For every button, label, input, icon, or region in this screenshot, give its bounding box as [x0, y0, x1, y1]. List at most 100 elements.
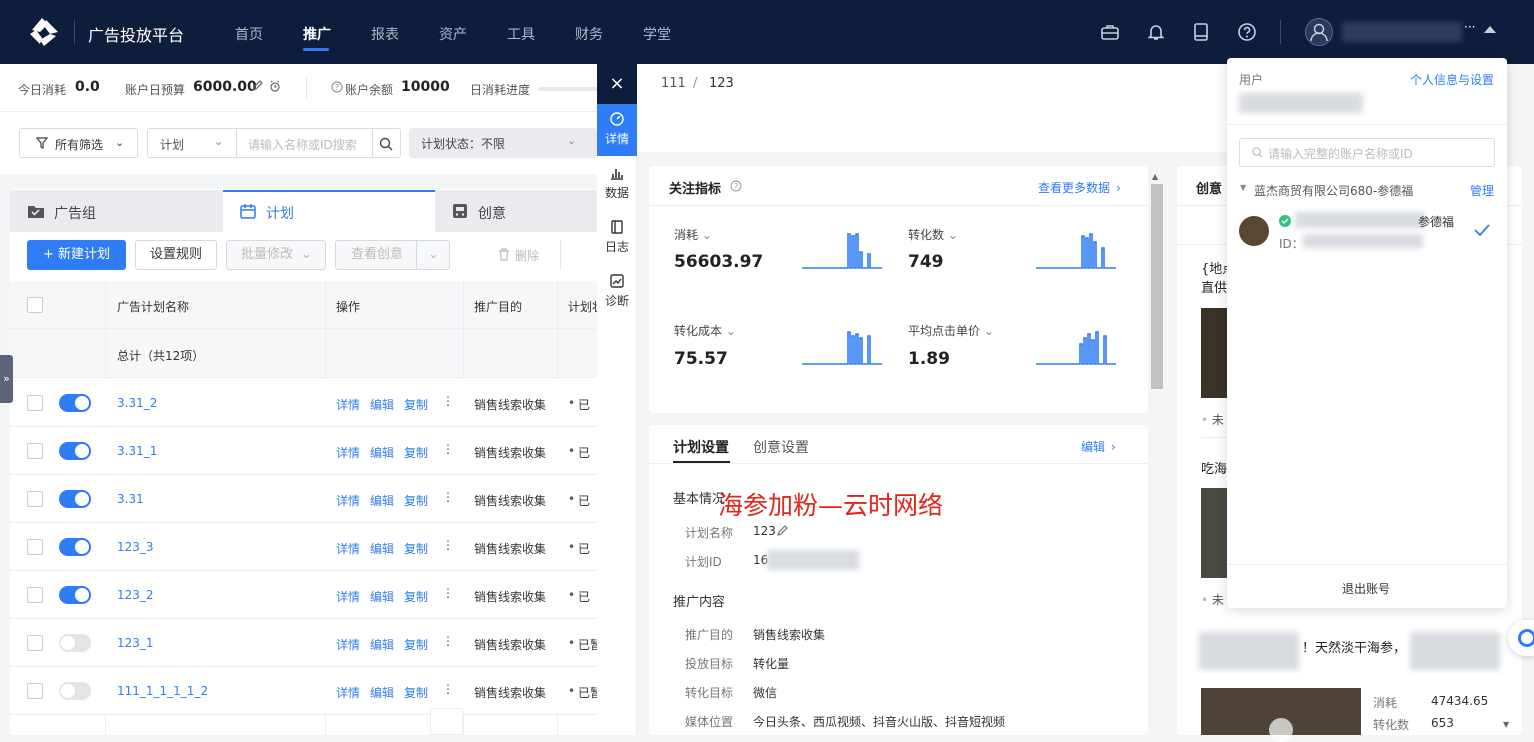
select-all-checkbox[interactable] [27, 297, 43, 313]
metric-cost-label[interactable]: 转化成本 ⌄ [674, 322, 736, 339]
row-action-edit[interactable]: 编辑 [370, 684, 394, 701]
row-checkbox[interactable] [27, 443, 43, 459]
column-header-name[interactable]: 广告计划名称 [117, 298, 189, 315]
row-action-detail[interactable]: 详情 [336, 588, 360, 605]
platform-logo-icon[interactable] [28, 16, 60, 48]
plan-status-filter[interactable]: 计划状态：不限 ⌄ [409, 128, 597, 158]
plan-status-toggle[interactable] [59, 682, 91, 700]
briefcase-icon[interactable] [1100, 22, 1120, 42]
more-icon[interactable]: ⋮ [442, 634, 454, 648]
scroll-down-icon[interactable]: ▼ [1503, 720, 1509, 729]
row-action-copy[interactable]: 复制 [404, 684, 428, 701]
row-action-detail[interactable]: 详情 [336, 540, 360, 557]
row-checkbox[interactable] [27, 683, 43, 699]
user-avatar-icon[interactable] [1305, 18, 1333, 46]
tab-ad-group[interactable]: 广告组 [10, 190, 223, 232]
scroll-up-icon[interactable]: ▲ [1152, 172, 1158, 181]
row-action-copy[interactable]: 复制 [404, 636, 428, 653]
view-more-data-link[interactable]: 查看更多数据 › [1038, 179, 1121, 196]
nav-promotion[interactable]: 推广 [303, 24, 331, 44]
question-icon[interactable]: ? [331, 81, 343, 93]
plan-status-toggle[interactable] [59, 490, 91, 508]
all-filters-button[interactable]: 所有筛选 ⌄ [19, 128, 138, 158]
row-action-copy[interactable]: 复制 [404, 540, 428, 557]
caret-up-icon[interactable] [1484, 26, 1496, 33]
plan-status-toggle[interactable] [59, 538, 91, 556]
plan-status-toggle[interactable] [59, 442, 91, 460]
nav-assets[interactable]: 资产 [439, 24, 467, 44]
row-action-edit[interactable]: 编辑 [370, 540, 394, 557]
plan-name-link[interactable]: 111_1_1_1_1_2 [117, 684, 208, 698]
row-action-copy[interactable]: 复制 [404, 444, 428, 461]
delete-button[interactable]: 删除 [515, 247, 539, 264]
more-icon[interactable]: ⋮ [442, 538, 454, 552]
row-action-copy[interactable]: 复制 [404, 396, 428, 413]
set-rules-button[interactable]: 设置规则 [135, 240, 217, 270]
row-checkbox[interactable] [27, 635, 43, 651]
tab-plan[interactable]: 计划 [223, 190, 435, 232]
nav-home[interactable]: 首页 [235, 24, 263, 44]
creative-thumbnail[interactable] [1201, 308, 1227, 398]
tab-creative[interactable]: 创意 [435, 190, 600, 232]
column-header-purpose[interactable]: 推广目的 [474, 298, 522, 315]
nav-finance[interactable]: 财务 [575, 24, 603, 44]
row-action-copy[interactable]: 复制 [404, 492, 428, 509]
view-creative-button[interactable]: 查看创意 ⌄ [335, 240, 450, 270]
drawer-nav-detail[interactable]: 详情 [597, 104, 637, 156]
more-icon[interactable]: ⋮ [442, 682, 454, 696]
metric-spend-label[interactable]: 消耗 ⌄ [674, 226, 712, 243]
creative-video-thumbnail[interactable] [1201, 688, 1361, 742]
profile-settings-link[interactable]: 个人信息与设置 [1410, 71, 1494, 88]
row-checkbox[interactable] [27, 587, 43, 603]
more-icon[interactable]: ⋮ [442, 586, 454, 600]
row-action-edit[interactable]: 编辑 [370, 588, 394, 605]
caret-down-icon[interactable]: ▼ [1240, 183, 1246, 192]
manage-link[interactable]: 管理 [1470, 182, 1494, 199]
edit-icon[interactable] [251, 80, 263, 92]
trash-icon[interactable] [498, 248, 510, 261]
plan-name-link[interactable]: 3.31 [117, 492, 144, 506]
account-search-input[interactable]: 请输入完整的账户名称或ID [1239, 138, 1495, 167]
username-redacted[interactable] [1342, 22, 1462, 42]
nav-reports[interactable]: 报表 [371, 24, 399, 44]
edit-settings-link[interactable]: 编辑 › [1081, 438, 1116, 455]
row-action-edit[interactable]: 编辑 [370, 444, 394, 461]
more-icon[interactable]: ⋮ [442, 490, 454, 504]
creative-thumbnail[interactable] [1201, 488, 1227, 578]
drawer-nav-data[interactable]: 数据 [597, 158, 637, 210]
row-checkbox[interactable] [27, 491, 43, 507]
tab-creative-settings[interactable]: 创意设置 [753, 437, 809, 457]
nav-academy[interactable]: 学堂 [643, 24, 671, 44]
row-action-edit[interactable]: 编辑 [370, 492, 394, 509]
edit-icon[interactable] [776, 525, 788, 537]
plan-type-select[interactable]: 计划 [160, 136, 184, 153]
row-action-detail[interactable]: 详情 [336, 684, 360, 701]
drawer-nav-log[interactable]: 日志 [597, 212, 637, 264]
more-icon[interactable]: ⋮ [442, 442, 454, 456]
row-checkbox[interactable] [27, 395, 43, 411]
expand-sidebar-handle[interactable]: » [0, 355, 13, 403]
row-action-copy[interactable]: 复制 [404, 588, 428, 605]
plan-status-toggle[interactable] [59, 394, 91, 412]
tab-plan-settings[interactable]: 计划设置 [673, 437, 729, 457]
logout-button[interactable]: 退出账号 [1342, 580, 1390, 597]
new-plan-button[interactable]: + 新建计划 [27, 240, 126, 270]
alarm-icon[interactable] [269, 80, 281, 92]
row-action-detail[interactable]: 详情 [336, 444, 360, 461]
drawer-scrollbar-thumb[interactable] [1151, 184, 1163, 389]
plan-name-link[interactable]: 123_1 [117, 636, 154, 650]
row-action-edit[interactable]: 编辑 [370, 636, 394, 653]
plan-name-link[interactable]: 123_2 [117, 588, 154, 602]
batch-edit-button[interactable]: 批量修改 ⌄ [226, 240, 326, 270]
row-action-detail[interactable]: 详情 [336, 492, 360, 509]
play-icon[interactable] [1269, 718, 1293, 742]
breadcrumb-group[interactable]: 111 [661, 76, 686, 91]
plan-name-link[interactable]: 3.31_1 [117, 444, 157, 458]
help-icon[interactable] [1237, 22, 1257, 42]
plan-status-toggle[interactable] [59, 634, 91, 652]
plan-status-toggle[interactable] [59, 586, 91, 604]
drawer-nav-diagnose[interactable]: 诊断 [597, 266, 637, 318]
search-icon[interactable] [379, 137, 393, 151]
metric-cpc-label[interactable]: 平均点击单价 ⌄ [908, 322, 994, 339]
row-action-detail[interactable]: 详情 [336, 636, 360, 653]
